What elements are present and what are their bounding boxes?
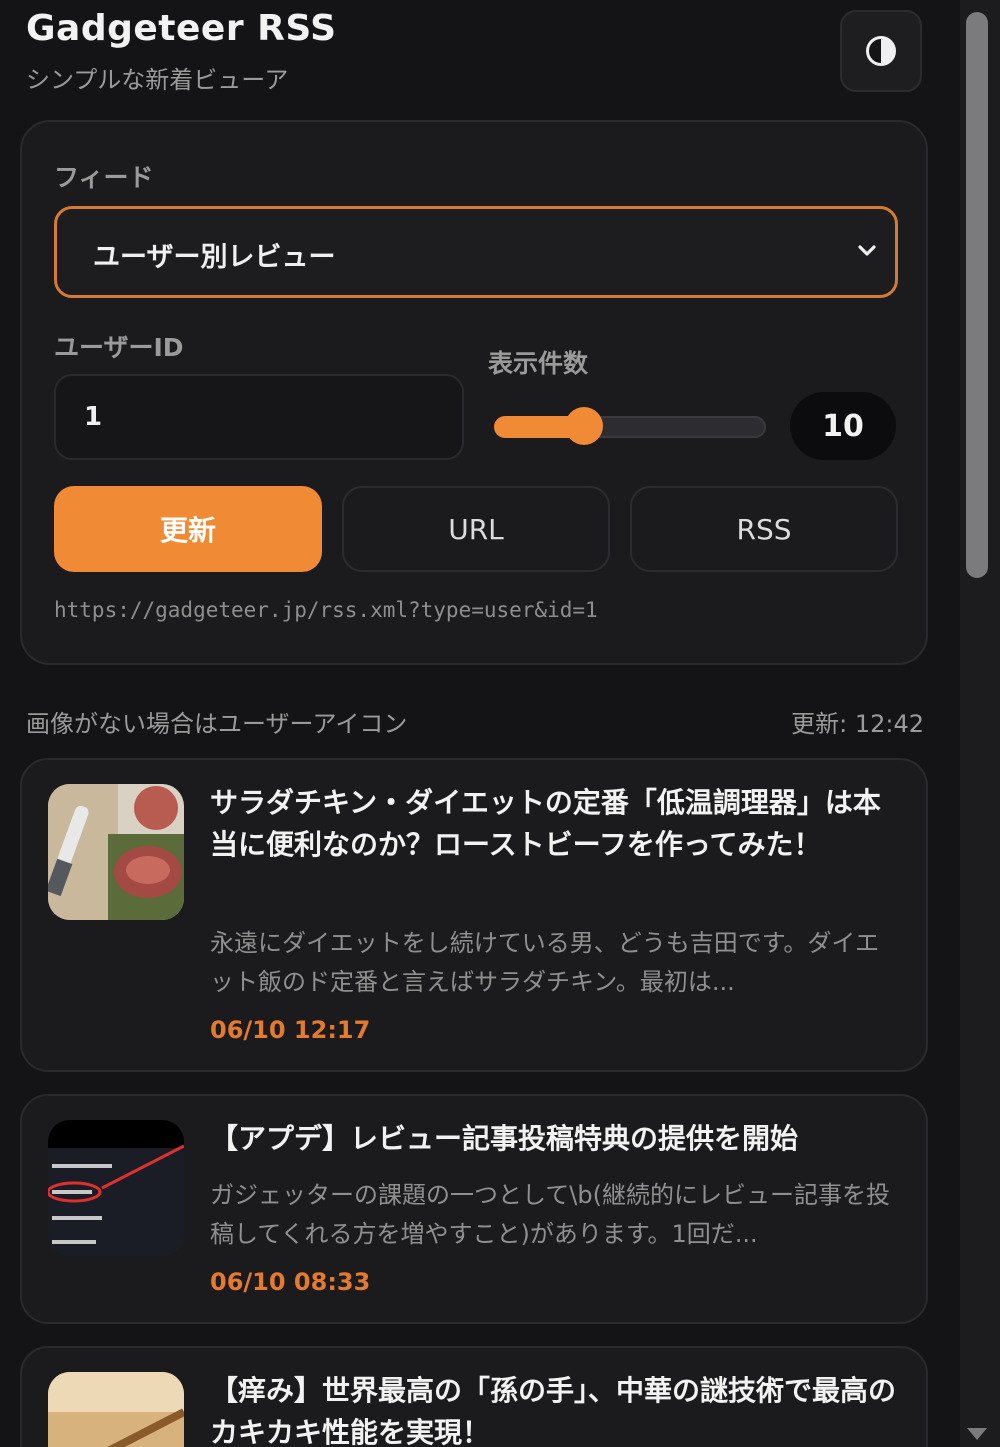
last-updated-time: 更新: 12:42 xyxy=(791,710,924,738)
feed-select-value: ユーザー別レビュー xyxy=(93,242,336,273)
image-fallback-note: 画像がない場合はユーザーアイコン xyxy=(26,710,408,738)
app-page: Gadgeteer RSS シンプルな新着ビューア フィード ユーザー別レビュー… xyxy=(0,0,1000,1447)
article-title[interactable]: 【痒み】世界最高の「孫の手」、中華の謎技術で最高のカキカキ性能を実現！ xyxy=(210,1370,896,1447)
article-excerpt: ガジェッターの課題の一つとして\b(継続的にレビュー記事を投稿してくれる方を増や… xyxy=(210,1181,890,1248)
rss-button[interactable]: RSS xyxy=(630,486,898,572)
scrollbar-thumb[interactable] xyxy=(966,12,988,578)
userid-label: ユーザーID xyxy=(54,333,184,362)
article-thumbnail xyxy=(48,784,184,920)
feed-url-text: https://gadgeteer.jp/rss.xml?type=user&i… xyxy=(54,598,598,622)
article-thumbnail xyxy=(48,1372,184,1447)
count-value-badge: 10 xyxy=(790,392,896,460)
app-title: Gadgeteer RSS xyxy=(26,8,337,49)
chevron-down-icon xyxy=(858,245,876,256)
control-panel: フィード ユーザー別レビュー ユーザーID 1 表示件数 10 更新 URL R… xyxy=(20,120,928,665)
scrollbar[interactable] xyxy=(960,0,1000,1447)
app-subtitle: シンプルな新着ビューア xyxy=(26,66,289,94)
count-slider[interactable] xyxy=(494,407,766,445)
theme-toggle-button[interactable] xyxy=(840,10,922,92)
slider-thumb[interactable] xyxy=(564,407,603,445)
article-title[interactable]: サラダチキン・ダイエットの定番「低温調理器」は本当に便利なのか？ローストビーフを… xyxy=(210,782,896,866)
article-thumbnail xyxy=(48,1120,184,1256)
article-date: 06/10 12:17 xyxy=(210,1016,371,1044)
article-card[interactable]: サラダチキン・ダイエットの定番「低温調理器」は本当に便利なのか？ローストビーフを… xyxy=(20,758,928,1072)
contrast-icon xyxy=(866,36,896,66)
userid-input[interactable]: 1 xyxy=(54,374,464,460)
count-label: 表示件数 xyxy=(488,349,589,378)
feed-select[interactable]: ユーザー別レビュー xyxy=(54,206,898,298)
feed-label: フィード xyxy=(54,163,154,192)
url-button[interactable]: URL xyxy=(342,486,610,572)
article-title[interactable]: 【アプデ】レビュー記事投稿特典の提供を開始 xyxy=(210,1118,896,1160)
article-card[interactable]: 【アプデ】レビュー記事投稿特典の提供を開始 ガジェッターの課題の一つとして\b(… xyxy=(20,1094,928,1324)
article-date: 06/10 08:33 xyxy=(210,1268,371,1296)
article-card[interactable]: 【痒み】世界最高の「孫の手」、中華の謎技術で最高のカキカキ性能を実現！ xyxy=(20,1346,928,1447)
article-excerpt: 永遠にダイエットをし続けている男、どうも吉田です。ダイエット飯のド定番と言えばサ… xyxy=(210,929,880,996)
refresh-button[interactable]: 更新 xyxy=(54,486,322,572)
scroll-down-arrow-icon[interactable] xyxy=(967,1428,987,1440)
